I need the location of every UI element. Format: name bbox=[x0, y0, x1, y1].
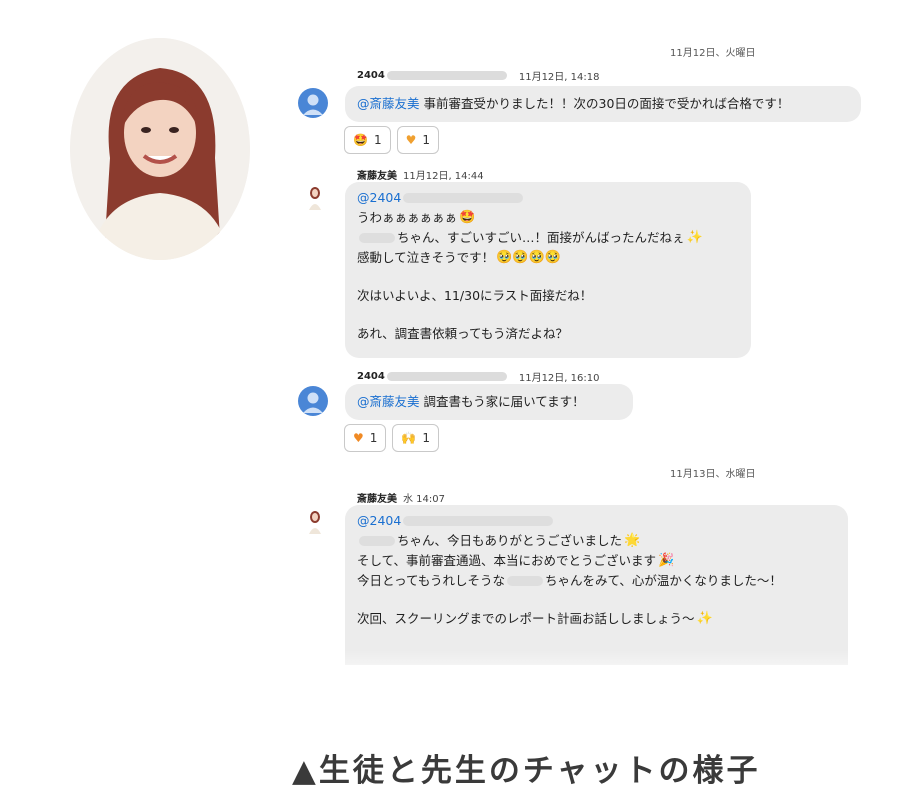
fade-overlay bbox=[340, 650, 860, 710]
message-text: 調査書もう家に届いてます！ bbox=[423, 394, 585, 409]
sender-name: 2404 bbox=[357, 70, 385, 81]
crying-face-emoji-icon: 🥹🥹🥹🥹 bbox=[496, 250, 561, 265]
reaction-count: 1 bbox=[373, 133, 382, 147]
date-separator: 11月13日、水曜日 bbox=[670, 469, 756, 480]
message-header: 斎藤友美 11月12日, 14:44 bbox=[357, 167, 484, 182]
message-text: 事前審査受かりました！！次の30日の面接で受かれば合格です！ bbox=[423, 96, 790, 111]
redacted-name bbox=[386, 71, 507, 80]
message-line: ちゃん、すごいすごい…！面接がんばったんだねぇ bbox=[397, 230, 685, 245]
orange-heart-emoji-icon: ♥ bbox=[353, 431, 364, 445]
message-header: 2404 11月12日, 16:10 bbox=[357, 369, 599, 384]
reaction-bar: 🤩 1 ♥ 1 bbox=[344, 126, 439, 154]
teacher-portrait bbox=[70, 38, 250, 260]
message-time: 11月12日, 14:44 bbox=[403, 171, 484, 182]
message-line: 今日とってもうれしそうな bbox=[357, 573, 506, 588]
sparkles-emoji-icon: ✨ bbox=[696, 611, 713, 626]
message-line: ちゃん、今日もありがとうございました bbox=[397, 533, 623, 548]
teacher-avatar[interactable] bbox=[308, 510, 322, 534]
message-line: ちゃんをみて、心が温かくなりました～！ bbox=[545, 573, 782, 588]
reaction-chip[interactable]: 🙌 1 bbox=[392, 424, 439, 452]
reaction-count: 1 bbox=[369, 431, 378, 445]
message-header: 斎藤友美 水 14:07 bbox=[357, 490, 445, 505]
user-avatar[interactable] bbox=[298, 88, 328, 118]
user-avatar[interactable] bbox=[298, 386, 328, 416]
message-line: そして、事前審査通過、本当におめでとうございます bbox=[357, 553, 657, 568]
heart-hands-emoji-icon: ♥ bbox=[405, 133, 417, 147]
message-line: 次回、スクーリングまでのレポート計画お話ししましょう～ bbox=[357, 611, 695, 626]
mention[interactable]: @2404 bbox=[357, 188, 401, 208]
message-time: 水 14:07 bbox=[403, 494, 445, 505]
message-bubble: @2404 ちゃん、今日もありがとうございました 🌟 そして、事前審査通過、本当… bbox=[345, 505, 848, 665]
mention[interactable]: @2404 bbox=[357, 511, 401, 531]
message-time: 11月12日, 16:10 bbox=[518, 373, 600, 384]
reaction-chip[interactable]: ♥ 1 bbox=[396, 126, 439, 154]
redacted-name bbox=[386, 372, 507, 381]
redacted-name bbox=[403, 516, 554, 526]
reaction-count: 1 bbox=[422, 133, 430, 147]
redacted-name bbox=[359, 233, 395, 243]
message-bubble: @斎藤友美 調査書もう家に届いてます！ bbox=[345, 384, 633, 420]
sender-name: 斎藤友美 bbox=[357, 171, 397, 182]
sparkles-emoji-icon: ✨ bbox=[686, 230, 703, 245]
mention[interactable]: @斎藤友美 bbox=[357, 392, 420, 412]
message-bubble: @斎藤友美 事前審査受かりました！！次の30日の面接で受かれば合格です！ bbox=[345, 86, 861, 122]
message-time: 11月12日, 14:18 bbox=[518, 72, 600, 83]
party-popper-emoji-icon: 🎉 bbox=[658, 553, 675, 568]
sun-emoji-icon: 🌟 bbox=[624, 533, 641, 548]
mention[interactable]: @斎藤友美 bbox=[357, 94, 420, 114]
reaction-chip[interactable]: 🤩 1 bbox=[344, 126, 391, 154]
redacted-name bbox=[507, 576, 544, 586]
sender-name: 2404 bbox=[357, 371, 385, 382]
person-icon bbox=[303, 392, 323, 413]
teacher-avatar-icon bbox=[309, 187, 321, 210]
teacher-avatar[interactable] bbox=[308, 186, 322, 210]
redacted-name bbox=[359, 536, 395, 546]
message-header: 2404 11月12日, 14:18 bbox=[357, 68, 599, 83]
star-struck-emoji-icon: 🤩 bbox=[353, 133, 368, 147]
reaction-bar: ♥ 1 🙌 1 bbox=[344, 424, 439, 452]
reaction-chip[interactable]: ♥ 1 bbox=[344, 424, 387, 452]
message-line: 感動して泣きそうです！ bbox=[357, 250, 495, 265]
date-separator: 11月12日、火曜日 bbox=[670, 48, 756, 59]
message-line: あれ、調査書依頼ってもう済だよね？ bbox=[357, 326, 569, 341]
reaction-count: 1 bbox=[422, 431, 430, 445]
person-icon bbox=[303, 94, 323, 115]
raising-hands-emoji-icon: 🙌 bbox=[401, 431, 417, 445]
star-struck-emoji-icon: 🤩 bbox=[459, 210, 476, 225]
message-bubble: @2404 うわぁぁぁぁぁぁ 🤩 ちゃん、すごいすごい…！面接がんばったんだねぇ… bbox=[345, 182, 751, 358]
redacted-name bbox=[403, 193, 524, 203]
message-line: うわぁぁぁぁぁぁ bbox=[357, 210, 458, 225]
figure-caption: ▲生徒と先生のチャットの様子 bbox=[292, 753, 761, 789]
sender-name: 斎藤友美 bbox=[357, 494, 397, 505]
message-line: 次はいよいよ、11/30にラスト面接だね！ bbox=[357, 288, 593, 303]
teacher-avatar-icon bbox=[309, 511, 321, 534]
